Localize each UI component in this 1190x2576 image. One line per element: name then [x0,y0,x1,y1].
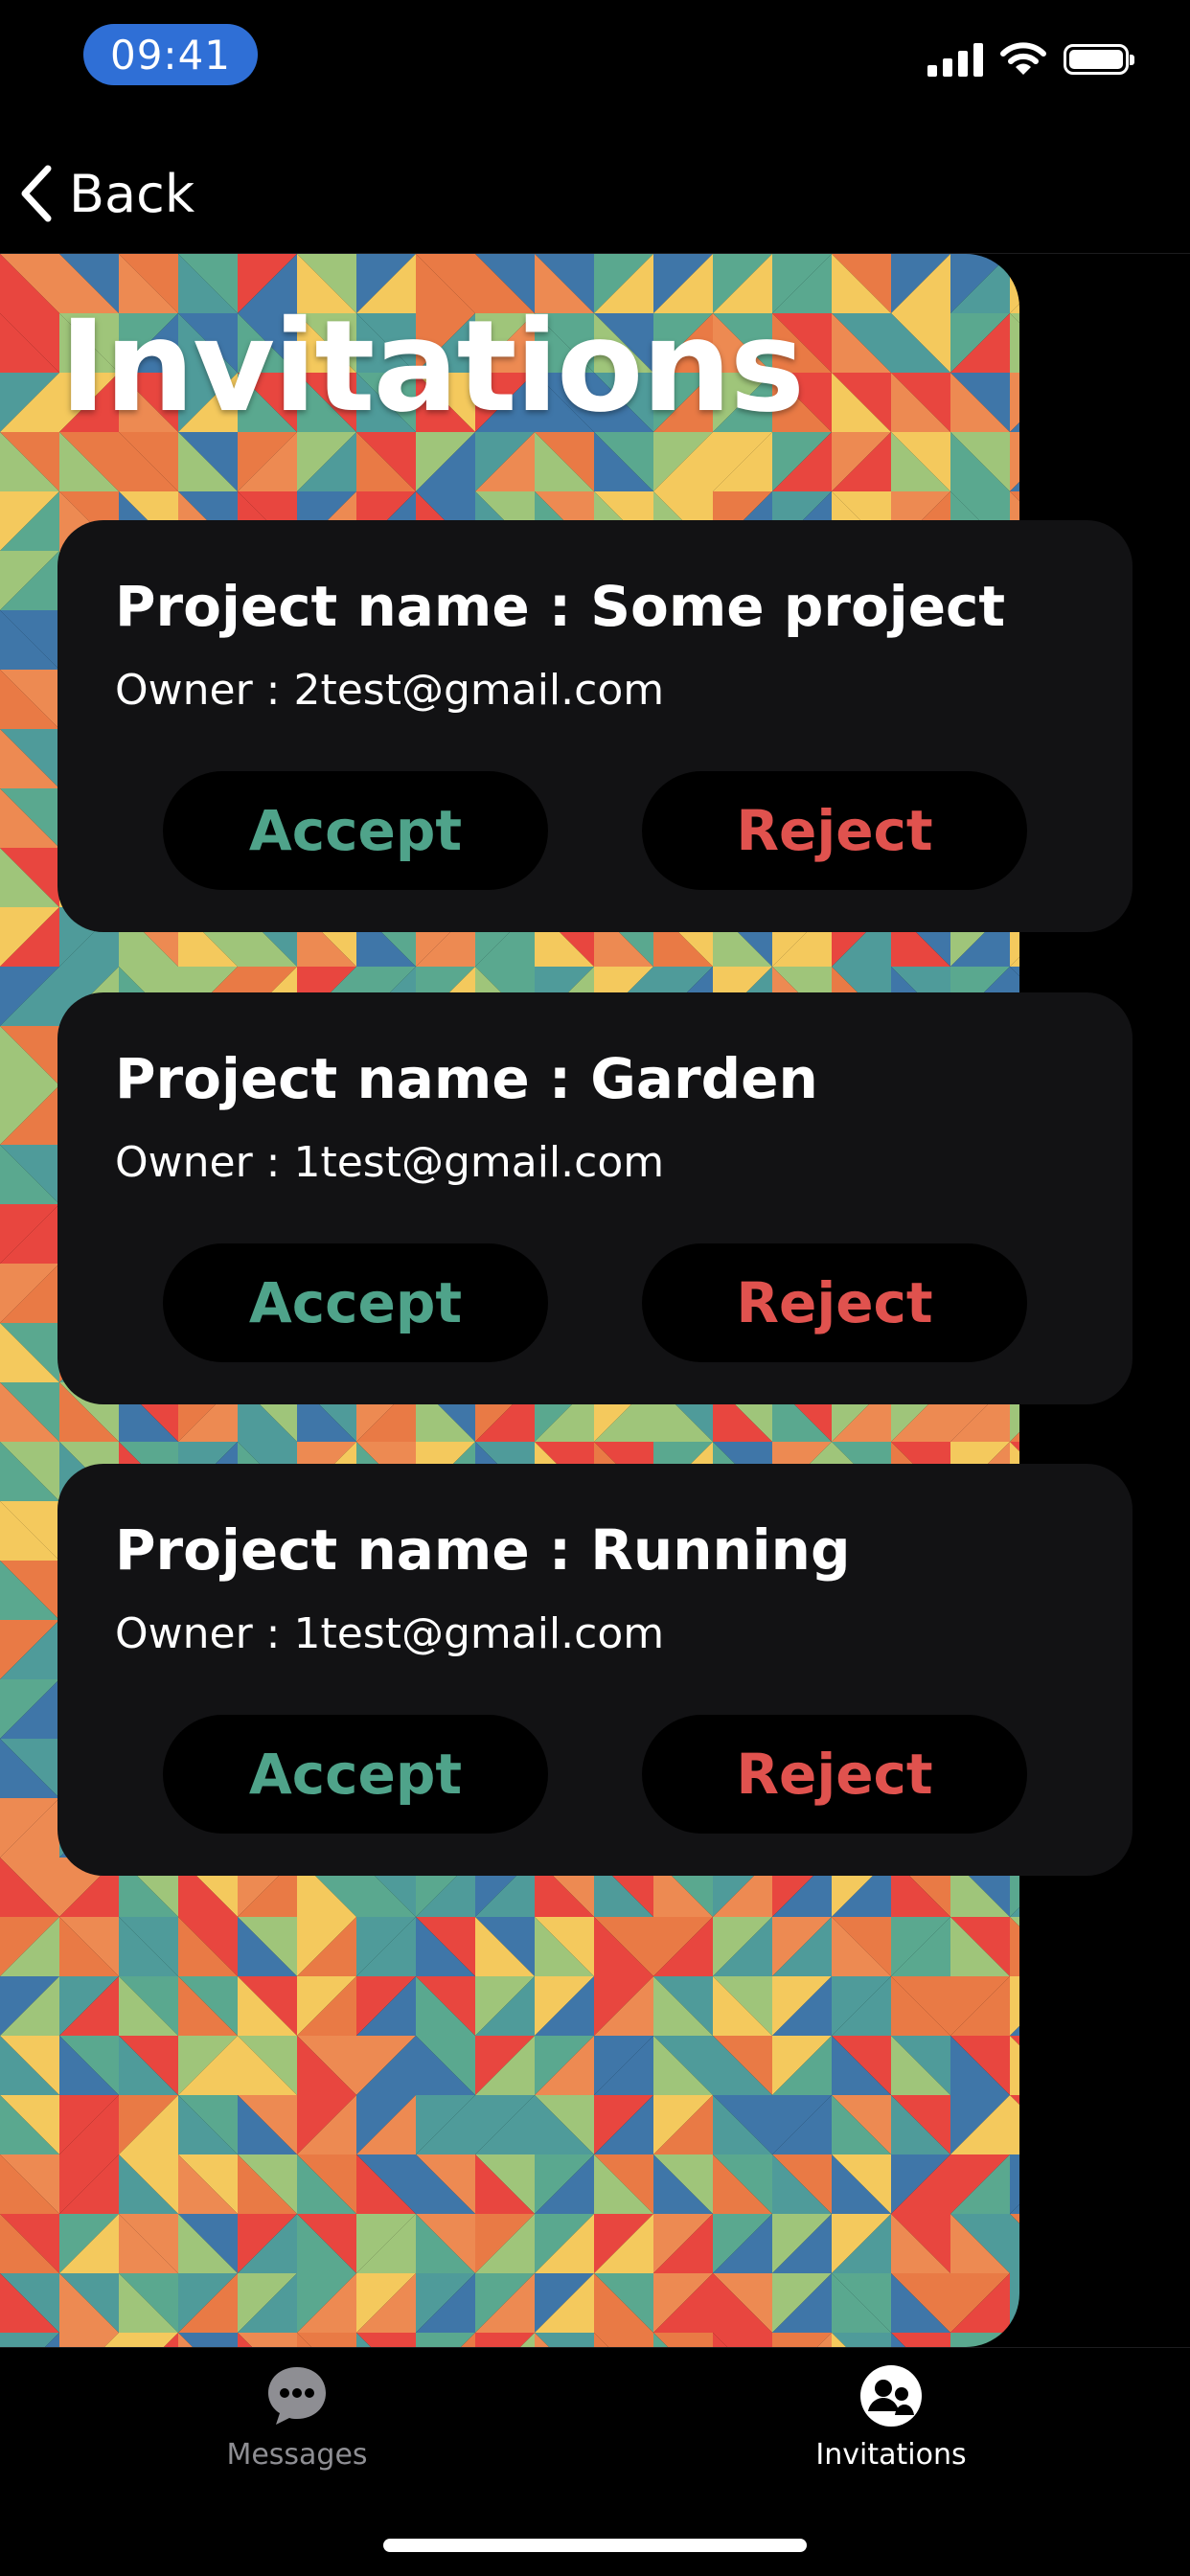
battery-icon [1064,44,1134,75]
chevron-left-icon [21,165,52,222]
status-bar: 09:41 [0,0,1190,115]
project-name: Project name : Garden [115,1046,818,1111]
home-indicator [383,2539,807,2552]
reject-button[interactable]: Reject [642,1243,1027,1362]
tab-label: Messages [226,2438,368,2472]
people-icon [860,2365,922,2427]
tab-label: Invitations [815,2438,967,2472]
project-owner: Owner : 1test@gmail.com [115,1138,665,1187]
invitation-card: Project name : Garden Owner : 1test@gmai… [57,992,1133,1404]
reject-button[interactable]: Reject [642,771,1027,890]
project-owner: Owner : 2test@gmail.com [115,666,665,715]
back-label: Back [69,163,195,224]
accept-button[interactable]: Accept [163,771,548,890]
navigation-bar: Back [0,134,1190,254]
project-name: Project name : Some project [115,574,1006,639]
tab-invitations[interactable]: Invitations [747,2361,1035,2505]
accept-button[interactable]: Accept [163,1243,548,1362]
cellular-signal-icon [927,42,983,77]
chat-bubble-icon [268,2367,326,2425]
project-name: Project name : Running [115,1517,851,1583]
status-icons [927,42,1134,77]
accept-button[interactable]: Accept [163,1715,548,1834]
back-button[interactable]: Back [17,153,195,234]
status-time: 09:41 [83,24,258,85]
invitation-card: Project name : Some project Owner : 2tes… [57,520,1133,932]
page-title: Invitations [59,293,805,441]
wifi-icon [1000,42,1046,75]
tab-messages[interactable]: Messages [153,2361,441,2505]
project-owner: Owner : 1test@gmail.com [115,1609,665,1658]
invitation-card: Project name : Running Owner : 1test@gma… [57,1464,1133,1876]
reject-button[interactable]: Reject [642,1715,1027,1834]
